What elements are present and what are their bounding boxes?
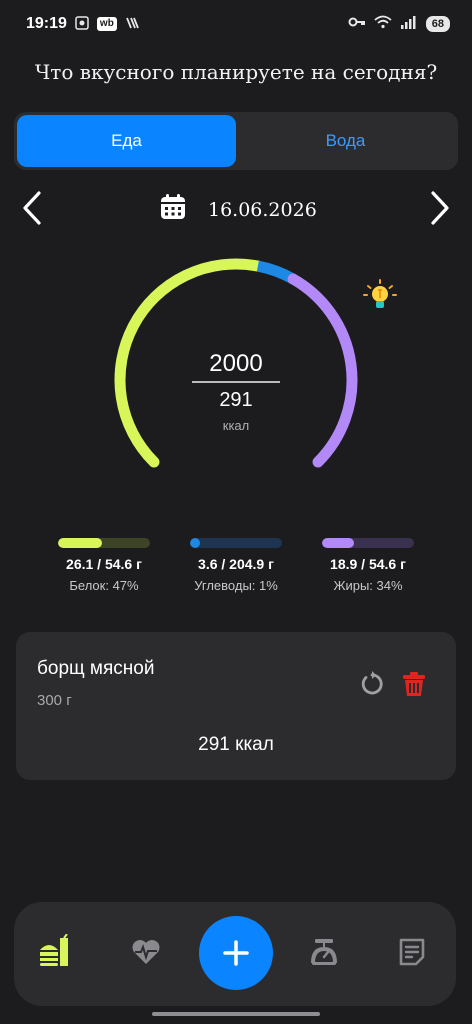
fat-progress-bar [322, 538, 414, 548]
protein-progress-fill [58, 538, 102, 548]
battery-indicator: 68 [425, 16, 450, 32]
gauge-divider [192, 381, 280, 383]
status-right: 68 [348, 15, 450, 34]
food-calories: 291 ккал [198, 734, 274, 755]
calorie-goal: 2000 [209, 350, 263, 377]
date-display[interactable]: 16.06.2026 [158, 192, 317, 227]
wifi-icon [374, 15, 392, 34]
nav-food[interactable] [36, 932, 76, 972]
status-left: 19:19 wb [26, 15, 139, 33]
nav-notes[interactable] [392, 932, 432, 972]
next-day-button[interactable] [422, 190, 458, 226]
current-date: 16.06.2026 [208, 198, 317, 221]
date-navigation: 16.06.2026 [0, 186, 472, 230]
previous-day-button[interactable] [14, 190, 50, 226]
add-button[interactable] [199, 916, 273, 990]
gauge-segment-carbs [256, 260, 296, 284]
screen-record-icon [75, 15, 89, 33]
app-notification-icon [125, 16, 139, 33]
status-bar: 19:19 wb 68 [0, 0, 472, 48]
heart-pulse-icon [132, 940, 160, 964]
macro-carbs: 3.6 / 204.9 г Углеводы: 1% [176, 538, 296, 593]
fat-value: 18.9 / 54.6 г [330, 556, 406, 572]
fat-label: Жиры: 34% [333, 578, 403, 593]
home-indicator [152, 1012, 320, 1016]
signal-icon [400, 15, 418, 34]
macro-protein: 26.1 / 54.6 г Белок: 47% [44, 538, 164, 593]
carbs-progress-fill [190, 538, 201, 548]
lightbulb-icon[interactable] [362, 278, 398, 314]
chevron-right-icon [431, 191, 449, 225]
key-icon [348, 15, 366, 33]
delete-button[interactable] [400, 670, 428, 698]
calories-consumed: 291 [219, 389, 253, 411]
page-title: Что вкусного планируете на сегодня? [34, 60, 438, 84]
refresh-icon [361, 671, 383, 695]
fat-progress-fill [322, 538, 354, 548]
food-icon [40, 934, 68, 966]
food-weight: 300 г [37, 692, 72, 709]
plus-icon [223, 940, 249, 966]
macro-summary: 26.1 / 54.6 г Белок: 47% 3.6 / 204.9 г У… [44, 538, 428, 593]
protein-value: 26.1 / 54.6 г [66, 556, 142, 572]
chevron-left-icon [23, 191, 41, 225]
gauge-center: 2000 291 ккал [186, 350, 286, 433]
macro-fat: 18.9 / 54.6 г Жиры: 34% [308, 538, 428, 593]
scale-icon [311, 939, 337, 965]
tab-water[interactable]: Вода [236, 115, 455, 167]
gauge-segment-fat [287, 273, 358, 468]
tab-food[interactable]: Еда [17, 115, 236, 167]
protein-progress-bar [58, 538, 150, 548]
nav-weight[interactable] [304, 932, 344, 972]
notes-icon [399, 938, 425, 966]
carbs-label: Углеводы: 1% [194, 578, 278, 593]
wb-app-icon: wb [96, 17, 117, 31]
status-time: 19:19 [26, 15, 67, 32]
nav-health[interactable] [126, 932, 166, 972]
carbs-progress-bar [190, 538, 282, 548]
bottom-navigation [14, 902, 456, 1006]
refresh-button[interactable] [358, 670, 386, 698]
trash-icon [403, 672, 425, 696]
food-name: борщ мясной [37, 658, 155, 679]
protein-label: Белок: 47% [69, 578, 139, 593]
mode-tabs: Еда Вода [14, 112, 458, 170]
calendar-icon [158, 192, 188, 227]
food-entry-card[interactable]: борщ мясной 300 г 291 ккал [16, 632, 456, 780]
calorie-unit: ккал [222, 418, 250, 433]
carbs-value: 3.6 / 204.9 г [198, 556, 274, 572]
